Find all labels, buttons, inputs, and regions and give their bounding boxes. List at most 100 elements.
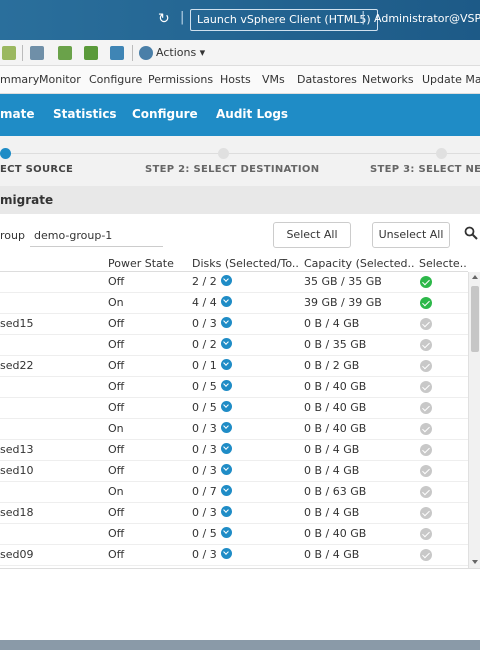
- table-row[interactable]: On 0 / 7 0 B / 63 GB: [0, 482, 468, 503]
- expand-disks-icon[interactable]: [220, 317, 232, 328]
- new-vm-icon[interactable]: [30, 46, 44, 60]
- table-row[interactable]: Off 0 / 5 0 B / 40 GB: [0, 524, 468, 545]
- expand-disks-icon[interactable]: [220, 422, 232, 433]
- host-icon[interactable]: [2, 46, 16, 60]
- expand-disks-icon[interactable]: [220, 401, 232, 412]
- group-filter-bar: roup Select All Unselect All: [0, 214, 480, 256]
- scrollbar-thumb[interactable]: [471, 286, 479, 352]
- section-header: migrate: [0, 186, 480, 214]
- table-row[interactable]: On 4 / 4 39 GB / 39 GB: [0, 293, 468, 314]
- expand-disks-icon[interactable]: [220, 527, 232, 538]
- capacity-cell: 0 B / 40 GB: [304, 527, 367, 540]
- step-3-label[interactable]: STEP 3: SELECT NETW: [370, 164, 480, 175]
- unselected-check-icon[interactable]: [420, 339, 432, 351]
- expand-disks-icon[interactable]: [220, 485, 232, 496]
- expand-disks-icon[interactable]: [220, 506, 232, 517]
- disks-cell: 0 / 2: [192, 338, 232, 351]
- table-row[interactable]: sed13 Off 0 / 3 0 B / 4 GB: [0, 440, 468, 461]
- capacity-cell: 0 B / 40 GB: [304, 401, 367, 414]
- power-state-cell: Off: [108, 275, 125, 288]
- tab-datastores[interactable]: Datastores: [297, 73, 357, 86]
- tab-networks[interactable]: Networks: [362, 73, 414, 86]
- step-2-label[interactable]: STEP 2: SELECT DESTINATION: [145, 164, 319, 175]
- search-icon[interactable]: [464, 226, 478, 240]
- disks-cell: 0 / 3: [192, 317, 232, 330]
- tab-summary[interactable]: mmary: [0, 73, 39, 86]
- tab-configure[interactable]: Configure: [89, 73, 142, 86]
- section-title: migrate: [0, 193, 54, 207]
- tab-hosts[interactable]: Hosts: [220, 73, 251, 86]
- vm-grid: Power State Disks (Selected/To... Capaci…: [0, 256, 480, 568]
- expand-disks-icon[interactable]: [220, 338, 232, 349]
- tab-permissions[interactable]: Permissions: [148, 73, 213, 86]
- unselected-check-icon[interactable]: [420, 507, 432, 519]
- table-row[interactable]: Off 2 / 2 35 GB / 35 GB: [0, 272, 468, 293]
- table-row[interactable]: sed22 Off 0 / 1 0 B / 2 GB: [0, 356, 468, 377]
- expand-disks-icon[interactable]: [220, 359, 232, 370]
- unselected-check-icon[interactable]: [420, 549, 432, 561]
- unselected-check-icon[interactable]: [420, 444, 432, 456]
- disks-value: 0 / 5: [192, 527, 217, 540]
- unselected-check-icon[interactable]: [420, 318, 432, 330]
- power-state-cell: Off: [108, 464, 125, 477]
- tab-monitor[interactable]: Monitor: [39, 73, 81, 86]
- table-row[interactable]: sed10 Off 0 / 3 0 B / 4 GB: [0, 461, 468, 482]
- grid-scrollbar[interactable]: [468, 272, 480, 568]
- tab-update-manager[interactable]: Update Mana: [422, 73, 480, 86]
- table-row[interactable]: On 0 / 3 0 B / 40 GB: [0, 419, 468, 440]
- deploy-ovf-icon[interactable]: [84, 46, 98, 60]
- tab-migrate[interactable]: mate: [0, 107, 34, 121]
- selected-check-icon[interactable]: [420, 276, 432, 288]
- unselected-check-icon[interactable]: [420, 402, 432, 414]
- expand-disks-icon[interactable]: [220, 296, 232, 307]
- unselect-all-button[interactable]: Unselect All: [372, 222, 450, 248]
- table-row[interactable]: Off 0 / 2 0 B / 35 GB: [0, 335, 468, 356]
- unselected-check-icon[interactable]: [420, 381, 432, 393]
- unselected-check-icon[interactable]: [420, 528, 432, 540]
- capacity-cell: 0 B / 40 GB: [304, 380, 367, 393]
- unselected-check-icon[interactable]: [420, 423, 432, 435]
- tab-audit-logs[interactable]: Audit Logs: [216, 107, 288, 121]
- column-header-capacity[interactable]: Capacity (Selected...: [304, 257, 414, 270]
- selected-check-icon[interactable]: [420, 297, 432, 309]
- column-header-power-state[interactable]: Power State: [108, 257, 188, 270]
- refresh-icon[interactable]: ↻: [158, 11, 170, 27]
- launch-html5-client-button[interactable]: Launch vSphere Client (HTML5): [190, 9, 378, 31]
- table-row[interactable]: sed09 Off 0 / 3 0 B / 4 GB: [0, 545, 468, 566]
- scroll-down-icon[interactable]: [472, 560, 478, 564]
- expand-disks-icon[interactable]: [220, 443, 232, 454]
- capacity-cell: 0 B / 63 GB: [304, 485, 367, 498]
- table-row[interactable]: sed15 Off 0 / 3 0 B / 4 GB: [0, 314, 468, 335]
- column-header-disks[interactable]: Disks (Selected/To...: [192, 257, 298, 270]
- disks-cell: 0 / 3: [192, 548, 232, 561]
- group-select[interactable]: [30, 225, 163, 247]
- unselected-check-icon[interactable]: [420, 486, 432, 498]
- power-state-cell: Off: [108, 380, 125, 393]
- table-row[interactable]: Off 0 / 5 0 B / 40 GB: [0, 398, 468, 419]
- step-1-label[interactable]: ECT SOURCE: [0, 164, 73, 175]
- disks-cell: 0 / 5: [192, 380, 232, 393]
- gear-icon[interactable]: [139, 46, 153, 60]
- unselected-check-icon[interactable]: [420, 360, 432, 372]
- disks-cell: 0 / 7: [192, 485, 232, 498]
- new-vapp-icon[interactable]: [110, 46, 124, 60]
- unselected-check-icon[interactable]: [420, 465, 432, 477]
- expand-disks-icon[interactable]: [220, 380, 232, 391]
- table-row[interactable]: sed18 Off 0 / 3 0 B / 4 GB: [0, 503, 468, 524]
- select-all-button[interactable]: Select All: [273, 222, 351, 248]
- tab-statistics[interactable]: Statistics: [53, 107, 117, 121]
- expand-disks-icon[interactable]: [220, 464, 232, 475]
- column-header-selected[interactable]: Selecte...: [419, 257, 467, 270]
- disks-value: 0 / 7: [192, 485, 217, 498]
- disks-value: 0 / 5: [192, 401, 217, 414]
- disks-cell: 0 / 3: [192, 464, 232, 477]
- expand-disks-icon[interactable]: [220, 548, 232, 559]
- new-resource-pool-icon[interactable]: [58, 46, 72, 60]
- user-menu[interactable]: Administrator@VSPHE: [374, 12, 480, 25]
- actions-menu[interactable]: Actions ▾: [156, 46, 205, 59]
- expand-disks-icon[interactable]: [220, 275, 232, 286]
- table-row[interactable]: Off 0 / 5 0 B / 40 GB: [0, 377, 468, 398]
- tab-configure-plugin[interactable]: Configure: [132, 107, 198, 121]
- tab-vms[interactable]: VMs: [262, 73, 285, 86]
- scroll-up-icon[interactable]: [472, 275, 478, 279]
